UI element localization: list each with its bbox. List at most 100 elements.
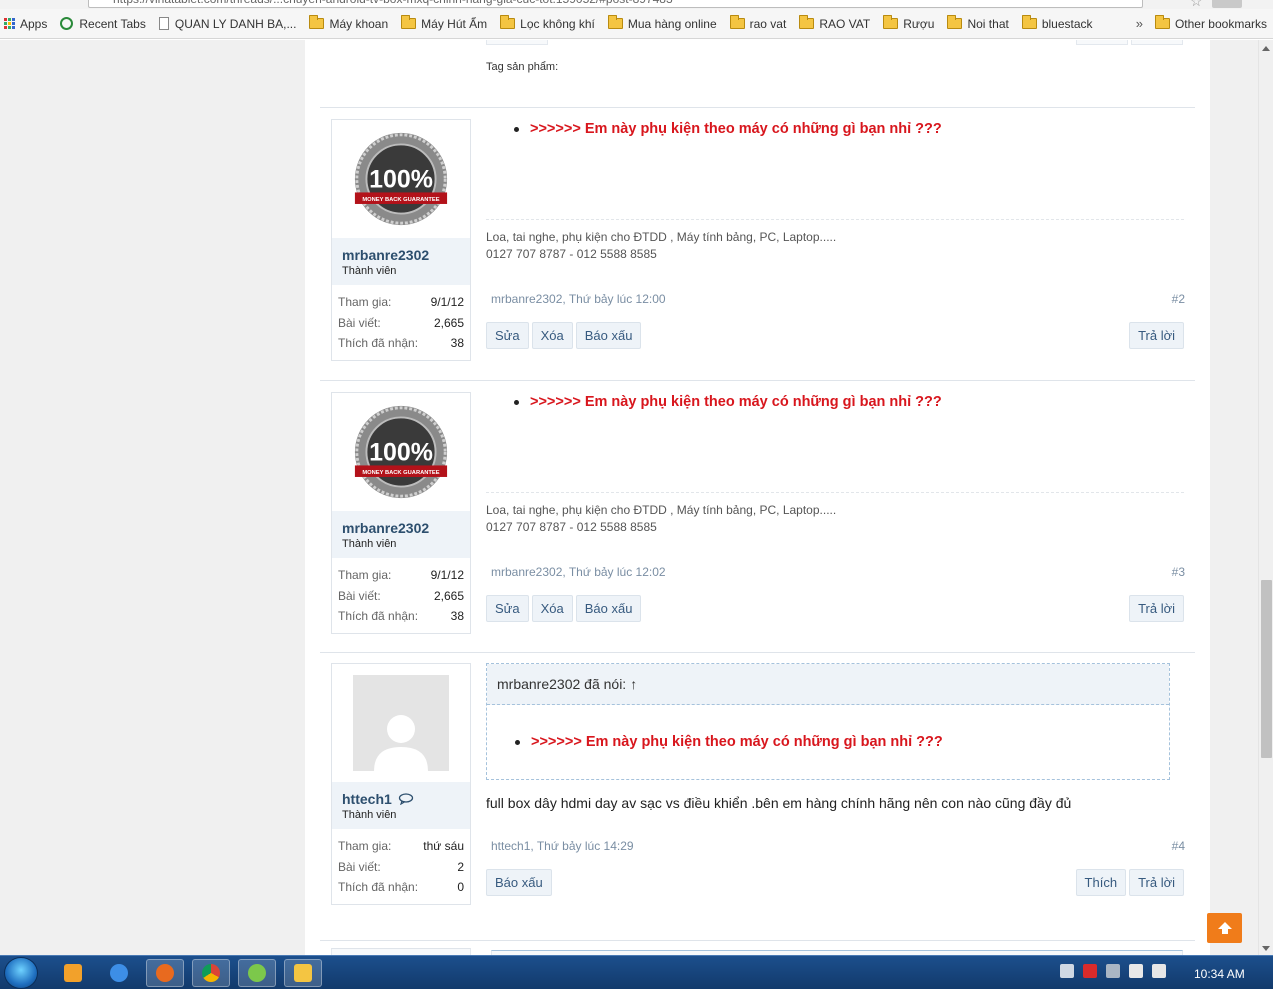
reply-button[interactable]: Trả lời — [1129, 869, 1184, 896]
post-count-label: Bài viết: — [338, 315, 381, 330]
scroll-to-top-button[interactable] — [1207, 913, 1242, 943]
apps-icon — [4, 18, 15, 29]
report-button[interactable]: Báo xấu — [575, 322, 642, 349]
action-center-flag-icon[interactable] — [1152, 964, 1166, 978]
bullet-icon — [515, 739, 520, 745]
address-bar[interactable]: https://vinatablet.com/threads/...chuyen… — [88, 0, 1143, 8]
username-link[interactable]: httech1 — [342, 791, 460, 807]
taskbar-explorer[interactable] — [284, 959, 322, 987]
folder-icon — [729, 15, 745, 29]
bookmark-may-khoan[interactable]: Máy khoan — [309, 14, 388, 34]
post-author-date-link[interactable]: mrbanre2302, Thứ bảy lúc 12:02 — [491, 565, 666, 579]
user-stats: Tham gia: 9/1/12 Bài viết: 2,665 Thích đã … — [332, 558, 470, 633]
likes-received-value: 0 — [457, 880, 464, 894]
post-number-link[interactable]: #3 — [1172, 565, 1185, 579]
post-divider — [320, 107, 1195, 108]
post-count-value[interactable]: 2,665 — [434, 313, 464, 334]
taskbar-media-player[interactable] — [54, 959, 92, 987]
bookmarks-bar: Apps Recent Tabs QUAN LY DANH BA,... Máy… — [0, 9, 1273, 39]
quote-body: >>>>>> Em này phụ kiện theo máy có những… — [487, 705, 1169, 779]
post-author-date-link[interactable]: httech1, Thứ bảy lúc 14:29 — [491, 839, 634, 853]
post-count-label: Bài viết: — [338, 859, 381, 874]
report-button[interactable]: Báo xấu — [575, 595, 642, 622]
edit-button[interactable]: Sửa — [486, 322, 529, 349]
go-to-quoted-arrow-icon[interactable]: ↑ — [630, 676, 637, 692]
bookmark-label: Máy khoan — [329, 16, 389, 31]
thread-content: Tag sản phẩm: 100% MONEY BACK GUARANTEE … — [305, 40, 1210, 955]
bookmark-bluestack[interactable]: bluestack — [1021, 14, 1093, 34]
start-button[interactable] — [4, 957, 38, 989]
join-date-label: Tham gia: — [338, 839, 392, 853]
post-divider — [320, 652, 1195, 653]
reply-button[interactable]: Trả lời — [1129, 322, 1184, 349]
bookmark-rao-vat-caps[interactable]: RAO VAT — [799, 14, 870, 34]
previous-post-reply-button[interactable] — [1131, 40, 1183, 45]
previous-post-action-button[interactable] — [486, 40, 548, 45]
scroll-up-arrow-icon[interactable] — [1262, 46, 1270, 51]
post-author-date-link[interactable]: mrbanre2302, Thứ bảy lúc 12:00 — [491, 292, 666, 306]
network-icon[interactable] — [1060, 964, 1074, 978]
arrow-up-icon — [1217, 922, 1232, 934]
chat-bubble-icon[interactable] — [398, 793, 414, 805]
delete-button[interactable]: Xóa — [531, 595, 573, 622]
vertical-scrollbar[interactable] — [1258, 40, 1273, 955]
quote-header: mrbanre2302 đã nói: ↑ — [487, 664, 1169, 705]
bookmarks-overflow-chevron-icon[interactable]: » — [1136, 16, 1143, 31]
svg-text:MONEY BACK GUARANTEE: MONEY BACK GUARANTEE — [362, 197, 439, 203]
signature-line: Loa, tai nghe, phụ kiện cho ĐTDD , Máy t… — [486, 503, 837, 517]
user-title: Thành viên — [342, 538, 397, 550]
post-count-value[interactable]: 2,665 — [434, 586, 464, 607]
username-link[interactable]: mrbanre2302 — [342, 247, 460, 263]
like-button[interactable]: Thích — [1075, 869, 1127, 896]
bookmark-apps[interactable]: Apps — [4, 14, 47, 34]
avatar[interactable]: 100% MONEY BACK GUARANTEE — [332, 393, 470, 511]
report-button[interactable]: Báo xấu — [486, 869, 552, 896]
post-number-link[interactable]: #4 — [1172, 839, 1185, 853]
post-meta: mrbanre2302, Thứ bảy lúc 12:00 #2 — [491, 292, 1185, 306]
antivirus-icon[interactable] — [1083, 964, 1097, 978]
taskbar-app[interactable] — [238, 959, 276, 987]
taskbar-chrome[interactable] — [192, 959, 230, 987]
bookmark-label: QUAN LY DANH BA,... — [174, 16, 297, 31]
bookmark-recent-tabs[interactable]: Recent Tabs — [60, 14, 146, 34]
bookmark-quan-ly-danh-ba[interactable]: QUAN LY DANH BA,... — [158, 14, 297, 34]
svg-text:MONEY BACK GUARANTEE: MONEY BACK GUARANTEE — [362, 470, 439, 476]
folder-icon — [500, 15, 516, 29]
browser-menu-button[interactable] — [1212, 0, 1242, 8]
reply-button[interactable]: Trả lời — [1129, 595, 1184, 622]
previous-post-like-button[interactable] — [1076, 40, 1128, 45]
bookmark-label: Lọc không khí — [520, 16, 595, 31]
signature: Loa, tai nghe, phụ kiện cho ĐTDD , Máy t… — [486, 492, 1184, 535]
post-count-label: Bài viết: — [338, 588, 381, 603]
recent-tabs-icon — [60, 17, 74, 30]
delete-button[interactable]: Xóa — [531, 322, 573, 349]
avatar[interactable]: 100% MONEY BACK GUARANTEE — [332, 120, 470, 238]
bookmark-label: Recent Tabs — [79, 16, 146, 31]
bookmark-ruou[interactable]: Rượu — [883, 14, 934, 34]
bookmark-loc-khong-khi[interactable]: Lọc không khí — [500, 14, 595, 34]
bookmark-label: Apps — [20, 16, 48, 31]
post-message: >>>>>> Em này phụ kiện theo máy có những… — [486, 121, 1184, 137]
scrollbar-thumb[interactable] — [1261, 580, 1272, 758]
taskbar-internet-explorer[interactable] — [100, 959, 138, 987]
avatar[interactable] — [332, 664, 470, 782]
bookmark-mua-hang-online[interactable]: Mua hàng online — [607, 14, 717, 34]
bookmark-may-hut-am[interactable]: Máy Hút Ẩm — [401, 14, 487, 34]
bookmark-star-icon[interactable]: ☆ — [1190, 0, 1203, 8]
taskbar-firefox[interactable] — [146, 959, 184, 987]
bookmark-noi-that[interactable]: Noi that — [947, 14, 1009, 34]
app-icon — [248, 964, 266, 982]
edit-button[interactable]: Sửa — [486, 595, 529, 622]
bookmark-rao-vat[interactable]: rao vat — [729, 14, 786, 34]
post-meta: mrbanre2302, Thứ bảy lúc 12:02 #3 — [491, 565, 1185, 579]
taskbar-clock[interactable]: 10:34 AM — [1194, 967, 1245, 981]
scroll-down-arrow-icon[interactable] — [1262, 946, 1270, 951]
username-link[interactable]: mrbanre2302 — [342, 520, 460, 536]
message-text: >>>>>> Em này phụ kiện theo máy có những… — [530, 121, 942, 137]
bookmark-label: RAO VAT — [819, 16, 871, 31]
volume-icon[interactable] — [1106, 964, 1120, 978]
post-count-value[interactable]: 2 — [457, 857, 464, 878]
wifi-icon[interactable] — [1129, 964, 1143, 978]
bookmark-other-bookmarks[interactable]: Other bookmarks — [1154, 14, 1267, 34]
post-number-link[interactable]: #2 — [1172, 292, 1185, 306]
